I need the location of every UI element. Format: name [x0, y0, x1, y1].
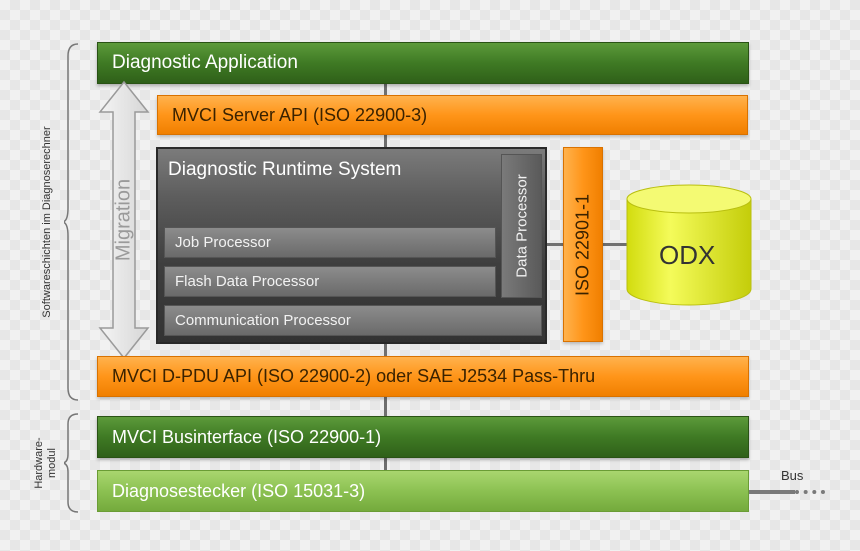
- mvci-server-api-layer: MVCI Server API (ISO 22900-3): [157, 95, 748, 135]
- migration-label-box: Migration: [106, 120, 142, 320]
- job-processor: Job Processor: [164, 227, 496, 258]
- d-pdu-api-label: MVCI D-PDU API (ISO 22900-2) oder SAE J2…: [112, 366, 596, 386]
- iso-22901-1-label: ISO 22901-1: [572, 193, 593, 296]
- iso-22901-1-layer: ISO 22901-1: [563, 147, 603, 342]
- diagnostic-application-label: Diagnostic Application: [112, 52, 298, 73]
- bus-line-dashed: [795, 490, 825, 494]
- diagnostic-application-layer: Diagnostic Application: [97, 42, 749, 84]
- hardware-module-label: Hardware- modul: [33, 437, 58, 489]
- runtime-system-title: Diagnostic Runtime System: [168, 159, 402, 180]
- diagnostic-runtime-system: Diagnostic Runtime System Job Processor …: [156, 147, 547, 344]
- businterface-layer: MVCI Businterface (ISO 22900-1): [97, 416, 749, 458]
- communication-processor: Communication Processor: [164, 305, 542, 336]
- migration-label: Migration: [112, 178, 135, 262]
- flash-data-processor: Flash Data Processor: [164, 266, 496, 297]
- diagnosestecker-label: Diagnosestecker (ISO 15031-3): [112, 480, 366, 501]
- software-layers-label: Softwareschichten im Diagnoserechner: [41, 126, 53, 318]
- odx-label: ODX: [659, 240, 716, 270]
- data-processor: Data Processor: [501, 154, 542, 298]
- businterface-label: MVCI Businterface (ISO 22900-1): [112, 426, 382, 447]
- hardware-brace: [64, 413, 79, 513]
- mvci-server-api-label: MVCI Server API (ISO 22900-3): [172, 104, 428, 125]
- bus-line: [749, 490, 795, 494]
- software-brace: [64, 43, 79, 401]
- diagnosestecker-layer: Diagnosestecker (ISO 15031-3): [97, 470, 749, 512]
- bus-label: Bus: [781, 468, 804, 483]
- d-pdu-api-layer: MVCI D-PDU API (ISO 22900-2) oder SAE J2…: [97, 356, 749, 397]
